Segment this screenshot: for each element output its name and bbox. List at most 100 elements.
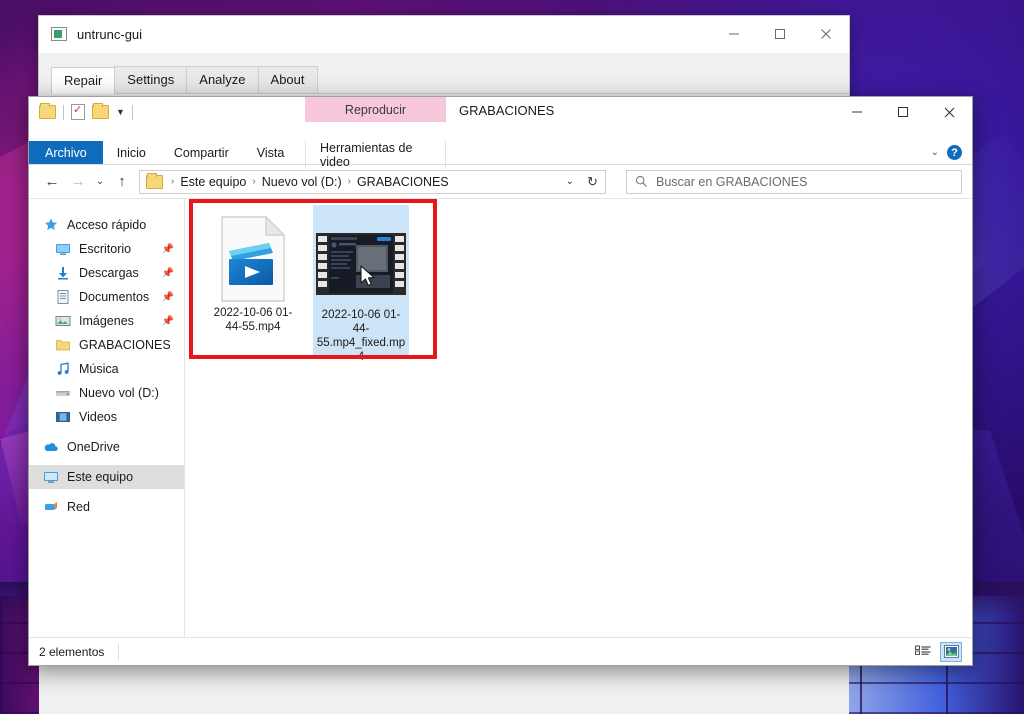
tab-settings[interactable]: Settings (114, 66, 188, 93)
ribbon-tab-vista[interactable]: Vista (243, 141, 299, 164)
sidebar-item-acceso-rapido[interactable]: Acceso rápido (29, 213, 184, 237)
tab-analyze[interactable]: Analyze (186, 66, 259, 93)
forward-button[interactable]: → (65, 169, 91, 195)
qat-separator-2 (131, 104, 133, 120)
ribbon-right-controls[interactable]: ⌄ ? (931, 141, 972, 164)
list-item[interactable]: 2022-10-06 01-44-55.mp4 (205, 211, 301, 338)
ribbon-tab-herramientas-de-video[interactable]: Herramientas de video (305, 141, 446, 169)
sidebar-item-onedrive[interactable]: OneDrive (29, 435, 184, 459)
ribbon-tab-vista-label: Vista (256, 145, 285, 160)
up-button[interactable]: ↑ (109, 169, 135, 195)
file-list[interactable]: 2022-10-06 01-44-55.mp4 2022-10-06 01-44… (185, 199, 972, 637)
sidebar-item-escritorio[interactable]: Escritorio 📌 (29, 237, 184, 261)
sidebar-item-videos-label: Videos (79, 410, 117, 424)
pin-icon[interactable]: 📌 (162, 244, 174, 255)
sidebar-item-musica-label: Música (79, 362, 119, 376)
recent-locations-button[interactable]: ⌄ (91, 169, 109, 195)
customize-chevron-icon[interactable]: ▼ (116, 107, 125, 117)
file-explorer-window[interactable]: ▼ Reproducir GRABACIONES Archivo (28, 96, 973, 666)
untrunc-minimize-button[interactable] (711, 16, 757, 52)
search-placeholder: Buscar en GRABACIONES (656, 174, 808, 189)
folder-icon (55, 337, 71, 353)
sidebar-item-red[interactable]: Red (29, 495, 184, 519)
drive-icon (55, 385, 71, 401)
quick-access-toolbar[interactable]: ▼ (39, 103, 133, 120)
ribbon-tab-compartir[interactable]: Compartir (160, 141, 243, 164)
large-icons-view-button[interactable] (940, 641, 962, 662)
ribbon-tab-archivo-label: Archivo (45, 145, 87, 160)
search-input[interactable]: Buscar en GRABACIONES (626, 169, 962, 194)
sidebar-item-descargas[interactable]: Descargas 📌 (29, 261, 184, 285)
sidebar-item-videos[interactable]: Videos (29, 405, 184, 429)
sidebar-item-escritorio-label: Escritorio (79, 242, 132, 256)
sidebar-item-imagenes[interactable]: Imágenes 📌 (29, 309, 184, 333)
ribbon-tab-strip[interactable]: Archivo Inicio Compartir Vista Herramien… (29, 141, 972, 169)
breadcrumb-item-0[interactable]: Este equipo (177, 175, 249, 189)
new-folder-icon[interactable] (92, 103, 109, 119)
this-pc-icon (43, 469, 59, 485)
contextual-tab-reproducir[interactable]: Reproducir (305, 97, 446, 122)
explorer-close-button[interactable] (926, 97, 972, 127)
breadcrumb-sep-1: › (252, 176, 256, 187)
video-thumbnail-icon (316, 233, 406, 295)
sidebar-item-red-label: Red (67, 500, 90, 514)
sidebar-item-este-equipo[interactable]: Este equipo (29, 465, 184, 489)
onedrive-icon (43, 439, 59, 455)
pin-icon[interactable]: 📌 (162, 292, 174, 303)
ribbon-tab-inicio[interactable]: Inicio (103, 141, 160, 164)
back-button[interactable]: ← (39, 169, 65, 195)
sidebar-item-grabaciones-label: GRABACIONES (79, 338, 171, 352)
ribbon-tab-herramientas-label: Herramientas de video (320, 141, 413, 169)
navigation-pane[interactable]: Acceso rápido Escritorio 📌 Descargas 📌 D… (29, 199, 185, 637)
untrunc-window-buttons[interactable] (711, 16, 849, 52)
explorer-window-buttons[interactable] (834, 97, 972, 127)
breadcrumb-sep-0: › (171, 176, 175, 187)
list-item-label: 2022-10-06 01-44-55.mp4 (213, 307, 293, 333)
explorer-maximize-button[interactable] (880, 97, 926, 127)
view-buttons[interactable] (912, 641, 962, 662)
network-icon (43, 499, 59, 515)
documents-icon (55, 289, 71, 305)
sidebar-item-este-equipo-label: Este equipo (67, 470, 134, 484)
sidebar-item-imagenes-label: Imágenes (79, 314, 134, 328)
breadcrumb-item-1[interactable]: Nuevo vol (D:) (259, 175, 345, 189)
untrunc-tabstrip[interactable]: Repair Settings Analyze About (51, 66, 849, 94)
details-view-button[interactable] (912, 642, 934, 662)
explorer-window-title: GRABACIONES (459, 103, 555, 118)
breadcrumb-item-2[interactable]: GRABACIONES (354, 175, 452, 189)
sidebar-item-musica[interactable]: Música (29, 357, 184, 381)
chevron-down-icon[interactable]: ⌄ (931, 147, 939, 158)
mouse-cursor-icon (360, 265, 375, 286)
address-bar[interactable]: ← → ⌄ ↑ › Este equipo › Nuevo vol (D:) ›… (29, 165, 972, 199)
sidebar-item-descargas-label: Descargas (79, 266, 139, 280)
folder-icon[interactable] (39, 103, 56, 119)
tab-settings-label: Settings (127, 72, 175, 87)
sidebar-item-documentos-label: Documentos (79, 290, 150, 304)
help-icon[interactable]: ? (947, 145, 962, 160)
search-icon (635, 175, 647, 187)
music-icon (55, 361, 71, 377)
pin-icon[interactable]: 📌 (162, 268, 174, 279)
untrunc-titlebar[interactable]: untrunc-gui (39, 16, 849, 53)
refresh-button[interactable]: ↻ (580, 169, 606, 194)
list-item[interactable]: 2022-10-06 01-44-55.mp4_fixed.mp4 (313, 205, 409, 363)
sidebar-item-nuevo-vol-d[interactable]: Nuevo vol (D:) (29, 381, 184, 405)
pin-icon[interactable]: 📌 (162, 316, 174, 327)
sidebar-item-grabaciones[interactable]: GRABACIONES (29, 333, 184, 357)
qat-separator-1 (63, 104, 64, 120)
explorer-minimize-button[interactable] (834, 97, 880, 127)
tab-repair[interactable]: Repair (51, 67, 116, 94)
untrunc-close-button[interactable] (803, 16, 849, 52)
sidebar-item-nuevo-vol-d-label: Nuevo vol (D:) (79, 386, 159, 400)
breadcrumb[interactable]: › Este equipo › Nuevo vol (D:) › GRABACI… (139, 169, 581, 194)
video-file-generic-icon (218, 215, 288, 303)
desktop: untrunc-gui Repair Settings Analyze Abou… (0, 0, 1024, 714)
ribbon-tab-archivo[interactable]: Archivo (29, 141, 103, 164)
properties-icon[interactable] (71, 103, 85, 120)
breadcrumb-dropdown-icon[interactable]: ⌄ (558, 176, 574, 187)
ribbon-tab-compartir-label: Compartir (173, 145, 229, 160)
tab-about[interactable]: About (257, 66, 318, 93)
untrunc-maximize-button[interactable] (757, 16, 803, 52)
explorer-titlebar[interactable]: ▼ Reproducir GRABACIONES (29, 97, 972, 141)
sidebar-item-documentos[interactable]: Documentos 📌 (29, 285, 184, 309)
